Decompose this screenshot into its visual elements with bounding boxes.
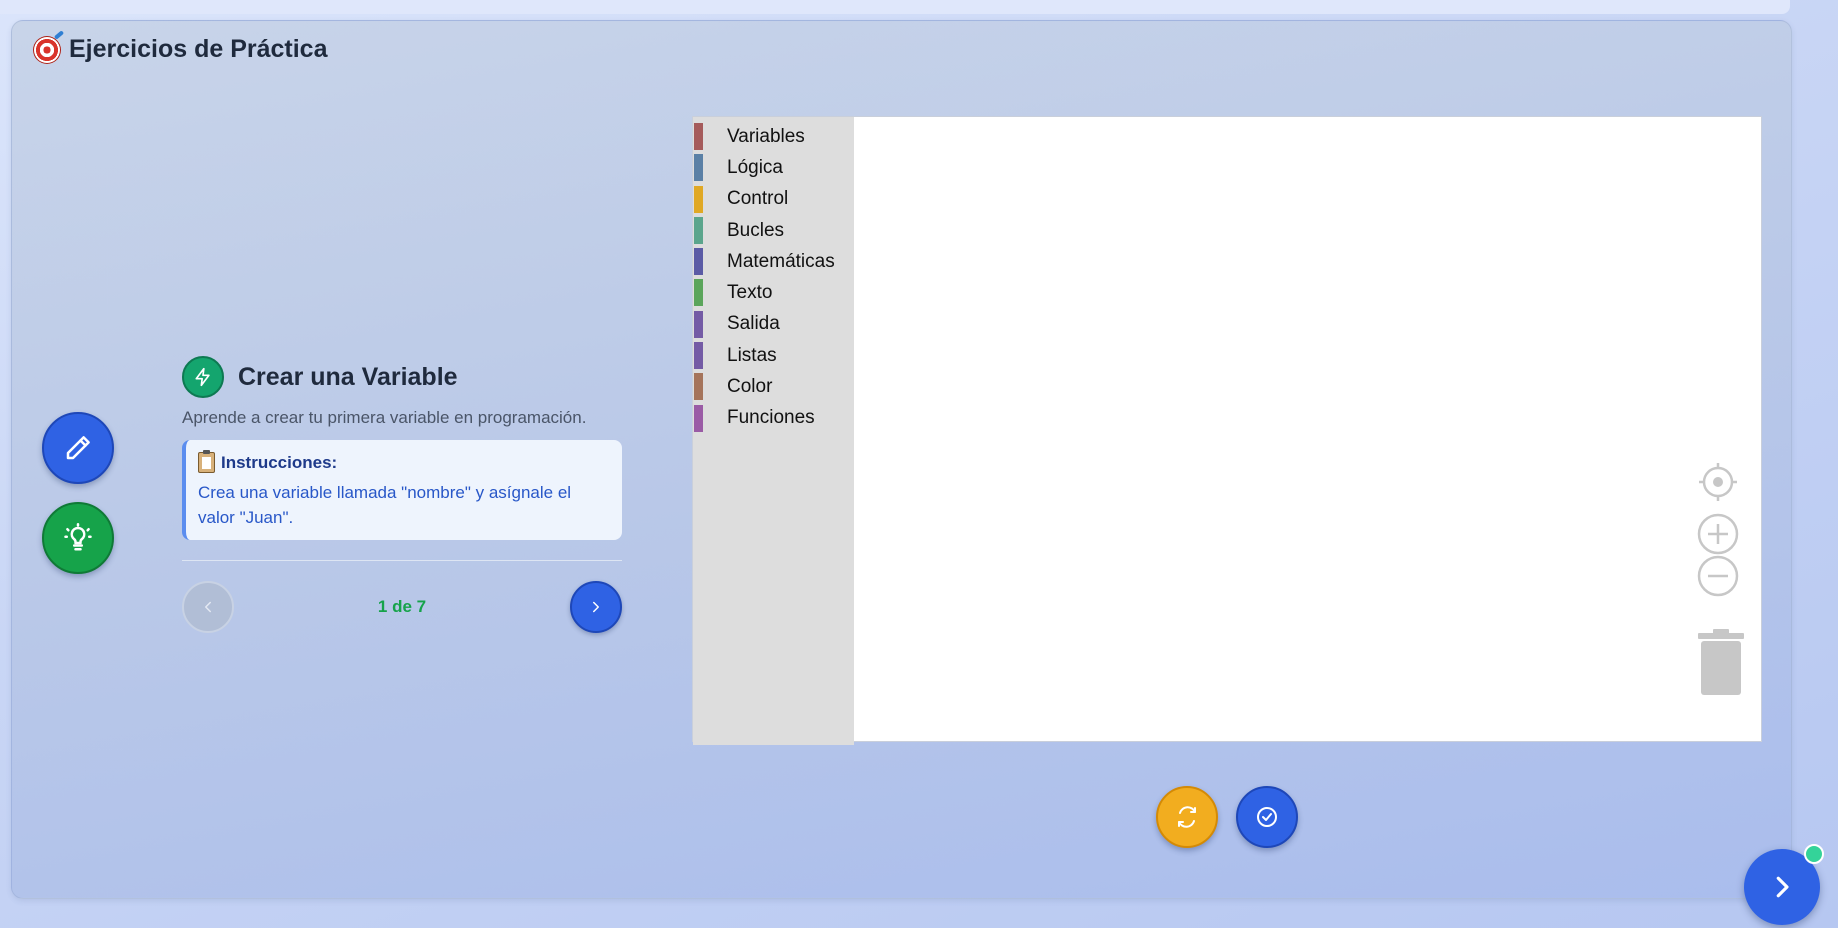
instructions-box: Instrucciones: Crea una variable llamada…	[182, 440, 622, 541]
lightbulb-icon	[64, 523, 92, 551]
page-title: Ejercicios de Práctica	[69, 35, 328, 63]
divider	[182, 560, 622, 562]
edit-button[interactable]	[42, 412, 114, 484]
exercise-header: Crear una Variable	[182, 356, 622, 398]
exercise-description: Aprende a crear tu primera variable en p…	[182, 408, 587, 427]
toolbox-category[interactable]: Funciones	[693, 403, 854, 434]
toolbox-category[interactable]: Variables	[693, 121, 854, 152]
exercise-card: Crear una Variable Aprende a crear tu pr…	[182, 356, 622, 634]
category-color-swatch	[694, 404, 703, 432]
exercise-counter: 1 de 7	[377, 597, 427, 617]
instructions-header: Instrucciones:	[198, 450, 608, 473]
check-button[interactable]	[1236, 786, 1298, 848]
toolbox-category[interactable]: Bucles	[693, 215, 854, 246]
page-header: Ejercicios de Práctica	[33, 35, 327, 64]
category-color-swatch	[694, 185, 703, 213]
blockly-workspace[interactable]: Variables Lógica Control Bucles Matemáticas T…	[692, 116, 1762, 745]
refresh-icon	[1178, 806, 1196, 828]
hint-button[interactable]	[42, 502, 114, 574]
chevron-left-icon	[205, 602, 211, 613]
bolt-icon	[182, 356, 224, 398]
category-label: Funciones	[727, 407, 815, 429]
category-color-swatch	[694, 310, 703, 338]
instructions-text: Crea una variable llamada "nombre" y así…	[198, 483, 572, 527]
zoom-in-icon[interactable]	[1697, 513, 1739, 555]
toolbox-category[interactable]: Texto	[693, 277, 854, 308]
toolbox-category[interactable]: Salida	[693, 309, 854, 340]
toolbox-category[interactable]: Control	[693, 184, 854, 215]
category-label: Salida	[727, 313, 780, 335]
chevron-right-icon	[1776, 876, 1789, 898]
category-label: Color	[727, 376, 773, 398]
exercise-pager: 1 de 7	[182, 581, 622, 634]
category-label: Texto	[727, 282, 773, 304]
exercise-title: Crear una Variable	[238, 362, 458, 391]
toolbox-category[interactable]: Listas	[693, 340, 854, 371]
check-circle-icon	[1257, 807, 1277, 827]
block-toolbox: Variables Lógica Control Bucles Matemáticas T…	[693, 117, 854, 745]
recenter-icon[interactable]	[1697, 461, 1739, 503]
target-icon	[33, 35, 61, 64]
category-color-swatch	[694, 216, 703, 244]
category-color-swatch	[694, 279, 703, 307]
reset-button[interactable]	[1156, 786, 1218, 848]
status-dot	[1804, 844, 1824, 864]
category-label: Control	[727, 188, 789, 210]
next-exercise-button[interactable]	[569, 581, 622, 634]
zoom-out-icon[interactable]	[1697, 555, 1739, 597]
instructions-label: Instrucciones:	[221, 452, 338, 472]
category-color-swatch	[694, 342, 703, 370]
category-color-swatch	[694, 123, 703, 150]
category-label: Matemáticas	[727, 250, 835, 272]
category-label: Listas	[727, 344, 777, 366]
category-label: Variables	[727, 125, 805, 147]
category-label: Lógica	[727, 156, 783, 178]
previous-exercise-button[interactable]	[182, 581, 234, 634]
category-color-swatch	[694, 154, 703, 182]
trash-icon[interactable]	[1693, 627, 1749, 697]
top-strip	[0, 0, 1790, 14]
toolbox-category[interactable]: Matemáticas	[693, 246, 854, 277]
pencil-icon	[66, 436, 90, 460]
category-label: Bucles	[727, 219, 785, 241]
chevron-right-icon	[592, 602, 599, 613]
category-color-swatch	[694, 248, 703, 276]
toolbox-category[interactable]: Lógica	[693, 152, 854, 183]
clipboard-icon	[198, 450, 215, 473]
category-color-swatch	[694, 373, 703, 401]
toolbox-category[interactable]: Color	[693, 371, 854, 402]
